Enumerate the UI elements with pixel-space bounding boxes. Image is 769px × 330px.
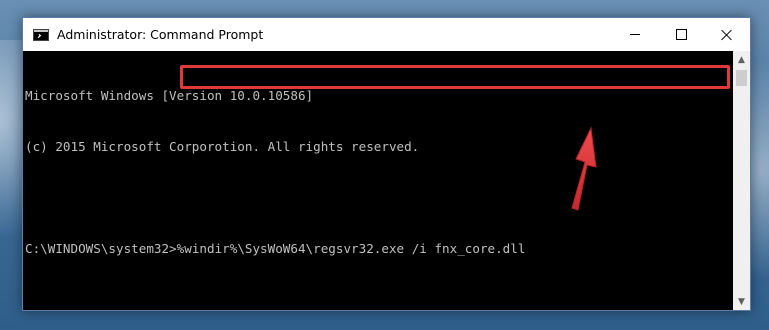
scroll-thumb[interactable] [736, 70, 747, 86]
title-bar[interactable]: Administrator: Command Prompt [23, 18, 750, 51]
maximize-icon [675, 29, 687, 40]
command-text[interactable]: %windir%\SysWoW64\regsvr32.exe /i fnx_co… [177, 241, 526, 256]
minimize-icon [630, 34, 640, 35]
scroll-up-arrow-icon[interactable]: ▲ [733, 51, 750, 68]
console-line: Microsoft Windows [Version 10.0.10586] [25, 88, 314, 103]
maximize-button[interactable] [658, 18, 704, 51]
command-prompt-window[interactable]: Administrator: Command Prompt Microsoft … [22, 17, 751, 311]
window-title: Administrator: Command Prompt [57, 27, 264, 42]
command-highlight-box [180, 65, 730, 89]
console-output[interactable]: Microsoft Windows [Version 10.0.10586] (… [23, 51, 735, 310]
scroll-down-arrow-icon[interactable]: ▼ [733, 293, 750, 310]
vertical-scrollbar[interactable]: ▲ ▼ [733, 51, 750, 310]
close-button[interactable] [704, 18, 750, 51]
minimize-button[interactable] [612, 18, 658, 51]
window-controls [612, 18, 750, 51]
prompt-text: C:\WINDOWS\system32> [25, 241, 177, 256]
command-line[interactable]: C:\WINDOWS\system32>%windir%\SysWoW64\re… [25, 240, 735, 257]
cmd-icon [33, 28, 49, 41]
console-line: (c) 2015 Microsoft Corporotion. All righ… [25, 139, 420, 154]
close-icon [721, 29, 733, 41]
